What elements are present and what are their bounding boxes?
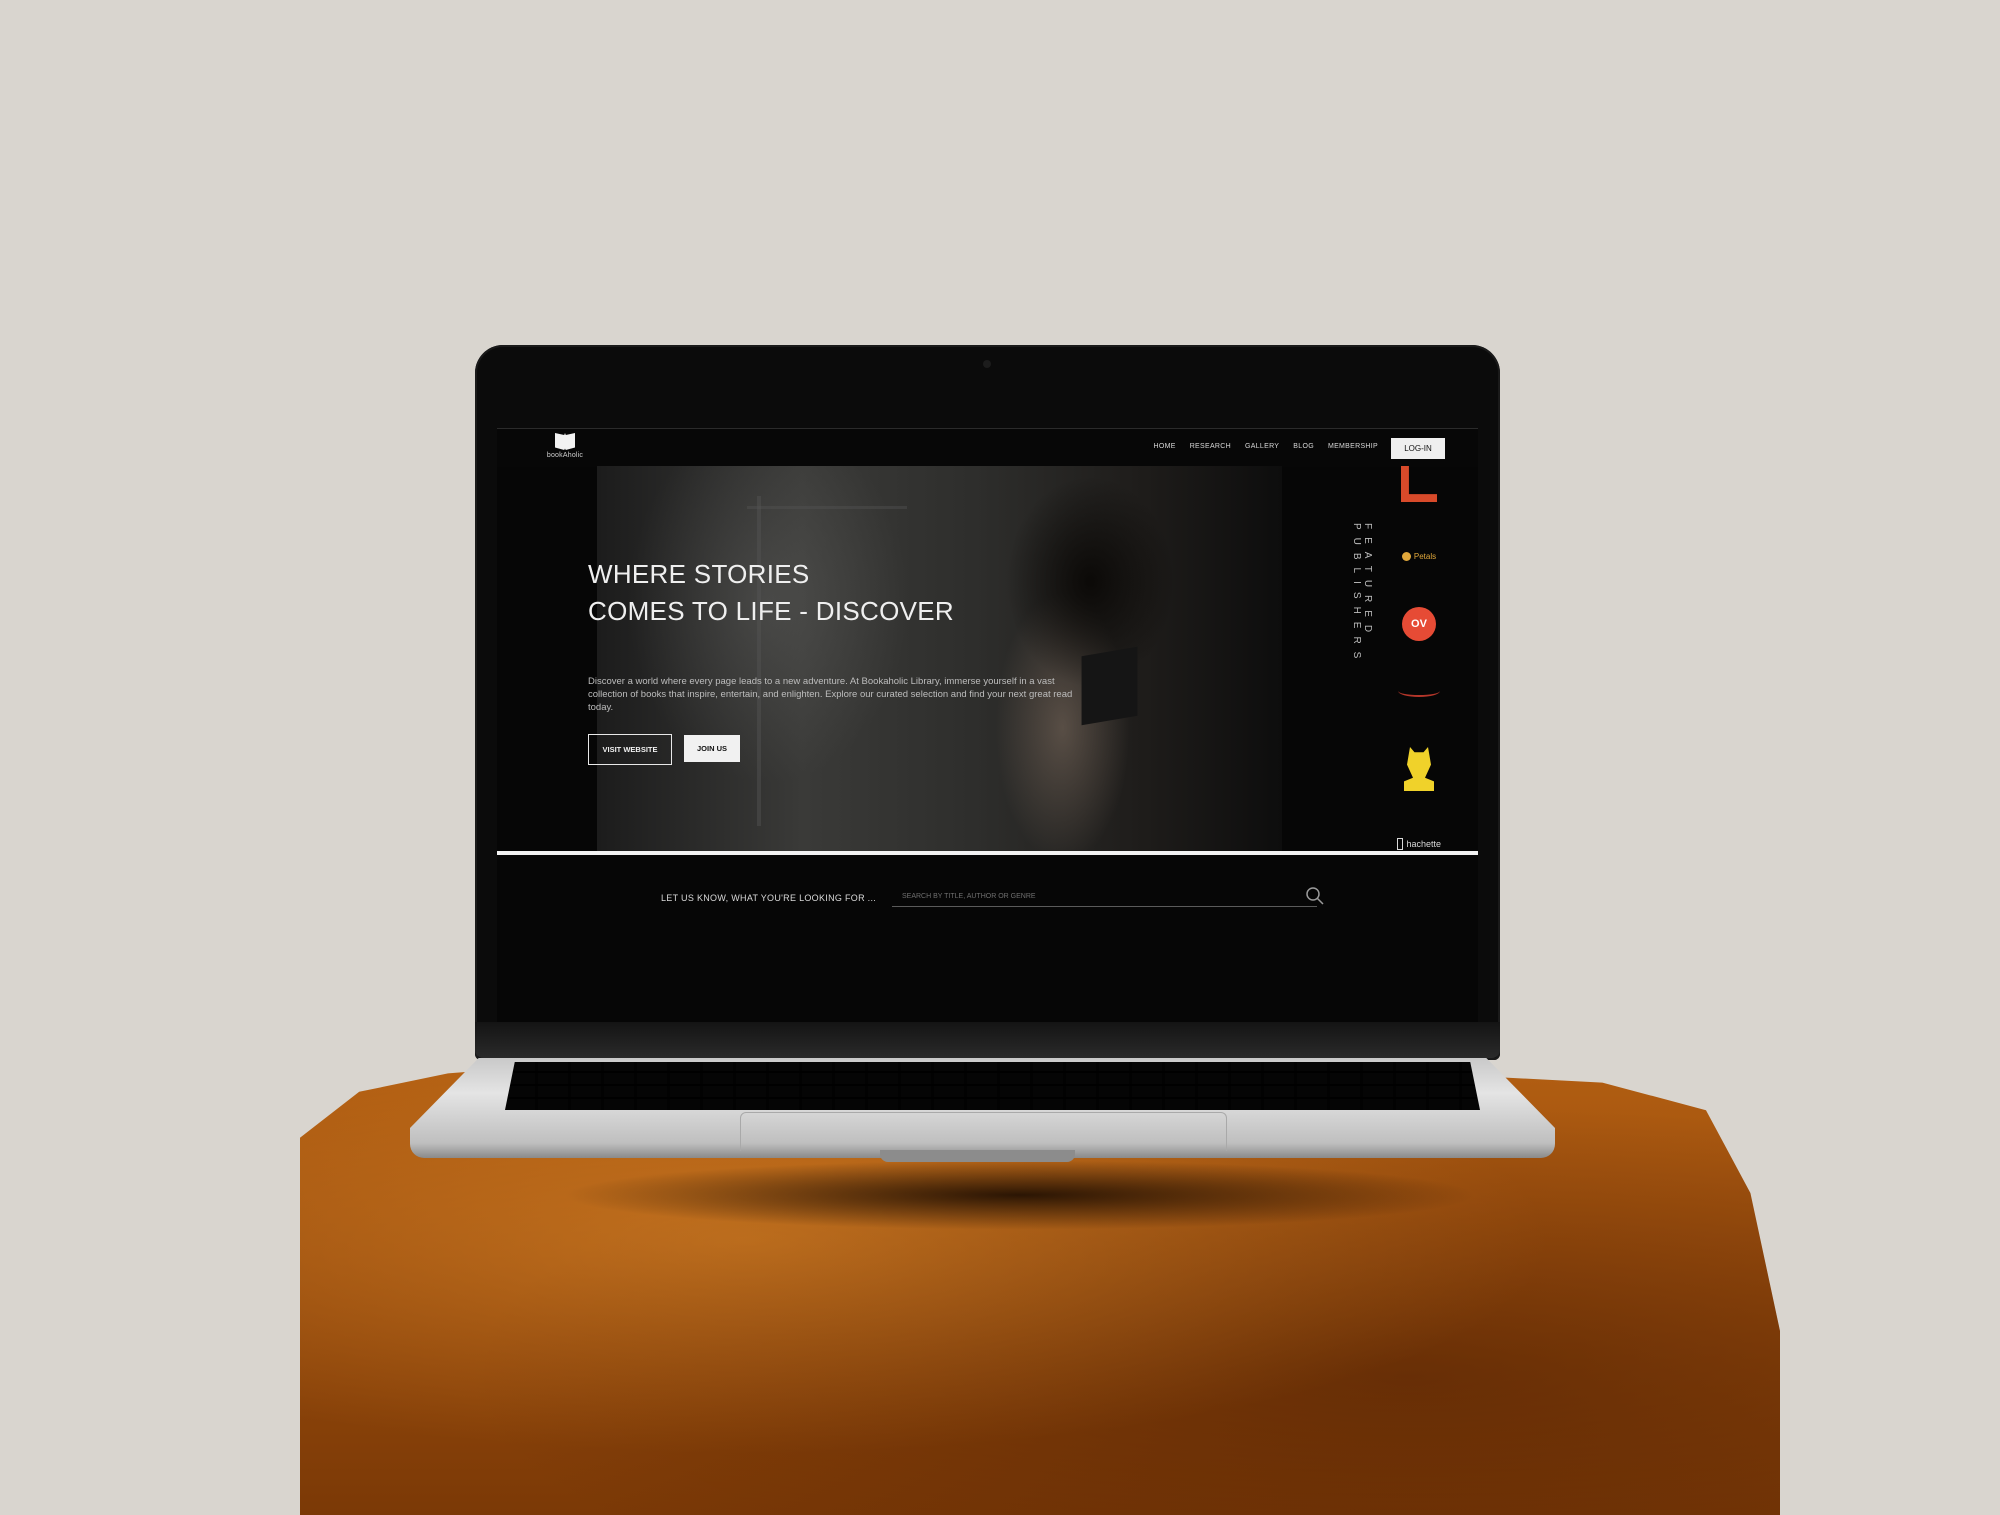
petals-logo-icon [1401,551,1411,561]
laptop-shadow [560,1160,1480,1230]
site-logo[interactable]: bookAholic [545,433,585,467]
search-icon[interactable] [1305,886,1325,906]
publisher-name: hachette [1406,839,1441,849]
featured-publishers-label: FEATURED PUBLISHERS [1351,523,1373,667]
hero-title-line2: COMES TO LIFE - DISCOVER [588,596,954,626]
nav-menu: HOME RESEARCH GALLERY BLOG MEMBERSHIP [1154,443,1379,450]
publisher-logo-6[interactable]: hachette [1397,836,1441,852]
book-logo-icon [555,433,575,450]
nav-item-home[interactable]: HOME [1154,443,1176,450]
hero-image [597,466,1282,851]
red-circle-logo-icon: OV [1402,607,1436,641]
search-input[interactable] [892,886,1317,907]
publisher-logo-2[interactable]: Petals [1397,546,1441,566]
nav-item-gallery[interactable]: GALLERY [1245,443,1279,450]
section-divider [497,851,1478,855]
publisher-logo-5[interactable] [1397,746,1441,792]
laptop-notch [880,1150,1075,1162]
laptop-hinge [475,1022,1500,1058]
login-button[interactable]: LOG-IN [1391,438,1445,459]
window-frame [747,506,907,509]
publisher-logo-1[interactable] [1397,464,1441,504]
yellow-owl-logo-icon [1404,747,1434,791]
hero-description: Discover a world where every page leads … [588,676,1073,713]
search-prompt: LET US KNOW, WHAT YOU'RE LOOKING FOR ... [661,893,877,903]
nav-item-membership[interactable]: MEMBERSHIP [1328,443,1378,450]
hachette-logo-icon [1397,838,1404,850]
window-frame [757,496,761,826]
nav-item-research[interactable]: RESEARCH [1190,443,1231,450]
keyboard [505,1062,1480,1110]
red-building-logo-icon [1401,466,1437,502]
top-navbar: bookAholic HOME RESEARCH GALLERY BLOG ME… [497,428,1478,467]
nav-item-blog[interactable]: BLOG [1293,443,1314,450]
join-us-button[interactable]: JOIN US [684,735,740,762]
publisher-logo-3[interactable]: OV [1397,606,1441,642]
hero-title-line1: WHERE STORIES [588,559,810,589]
logo-text: bookAholic [546,452,584,459]
red-swash-logo-icon [1398,685,1440,697]
book-silhouette [1081,646,1138,726]
trackpad [740,1112,1227,1151]
visit-website-button[interactable]: VISIT WEBSITE [588,734,672,765]
publisher-logo-4[interactable] [1397,683,1441,699]
publisher-name: Petals [1413,551,1437,561]
webcam [983,360,991,368]
hero-title: WHERE STORIES COMES TO LIFE - DISCOVER [588,556,954,630]
laptop-screen: bookAholic HOME RESEARCH GALLERY BLOG ME… [497,428,1478,1023]
